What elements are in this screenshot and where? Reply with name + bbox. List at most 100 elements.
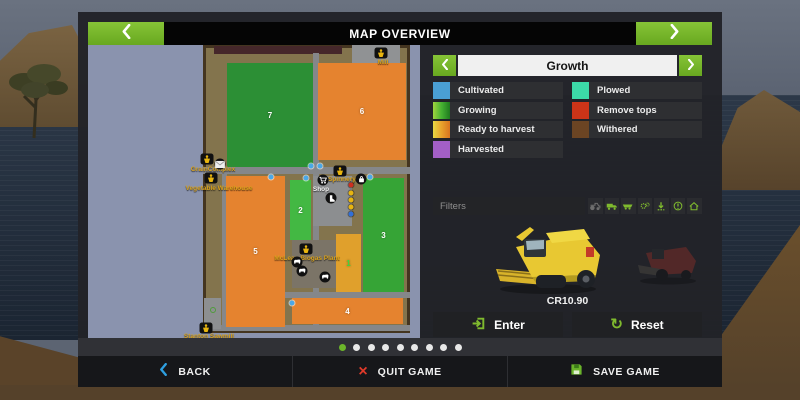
world-map[interactable]: 7652314MillGrainComplexVegetable Warehou… [88, 45, 420, 345]
legend-color-swatch [572, 121, 589, 138]
poi-animal-icon[interactable] [320, 272, 331, 283]
next-vehicle-image[interactable] [634, 235, 704, 292]
map-junction-dot [309, 164, 314, 169]
map-field-3[interactable]: 3 [363, 178, 404, 292]
page-dot-9 [455, 344, 462, 351]
sellpoint-marker-vegetable-warehouse[interactable] [205, 173, 218, 184]
vehicle-status-dot [349, 198, 354, 203]
save-game-button[interactable]: SAVE GAME [507, 356, 722, 387]
page-next-button[interactable] [636, 22, 712, 45]
page-prev-button[interactable] [88, 22, 164, 45]
sellpoint-marker-mclean-biogas-plant[interactable] [300, 244, 313, 255]
legend-color-swatch [572, 82, 589, 99]
field-number: 1 [346, 259, 350, 268]
page-dot-8 [440, 344, 447, 351]
filter-warning-icon[interactable] [671, 198, 686, 214]
quit-x-icon: × [358, 364, 367, 380]
map-field-2[interactable]: 2 [290, 180, 311, 240]
field-number: 5 [253, 247, 257, 256]
filter-tractor-icon[interactable] [588, 198, 603, 214]
enter-button[interactable]: Enter [433, 312, 563, 337]
poi-boot-icon[interactable] [326, 193, 337, 204]
filter-truck-icon[interactable] [605, 198, 620, 214]
legend-item-growing[interactable]: Growing [433, 102, 563, 119]
growth-prev-button[interactable] [433, 55, 456, 76]
overlay-mode-title: Growth [547, 59, 589, 73]
back-button[interactable]: BACK [78, 356, 292, 387]
map-field-6[interactable]: 6 [318, 63, 406, 160]
growth-next-button[interactable] [679, 55, 702, 76]
map-junction-dot [269, 175, 274, 180]
sellpoint-marker-graincomplex[interactable] [201, 154, 214, 165]
legend-item-cultivated[interactable]: Cultivated [433, 82, 563, 99]
poi-bag-icon[interactable] [356, 174, 367, 185]
map-junction-dot [368, 175, 373, 180]
field-number: 3 [381, 231, 385, 240]
enter-icon [471, 316, 486, 334]
legend-label: Ready to harvest [450, 121, 563, 138]
filter-download-icon[interactable] [654, 198, 669, 214]
filter-gears-icon[interactable] [638, 198, 653, 214]
legend-item-harvested[interactable]: Harvested [433, 141, 563, 158]
map-field-5[interactable]: 5 [226, 176, 285, 327]
reset-button-label: Reset [631, 318, 664, 332]
page-dot-6 [411, 344, 418, 351]
legend-item-withered[interactable]: Withered [572, 121, 702, 138]
page-dot-2 [353, 344, 360, 351]
sellpoint-label: Mill [378, 59, 389, 66]
selected-vehicle-image[interactable] [486, 217, 618, 302]
reset-button[interactable]: ↻ Reset [572, 312, 702, 337]
map-ring-marker [210, 307, 216, 313]
vehicle-status-dot [349, 191, 354, 196]
sellpoint-label: McLean Biogas Plant [274, 255, 339, 262]
legend-color-swatch [433, 102, 450, 119]
legend-label: Remove tops [589, 102, 702, 119]
growth-legend-left: Cultivated Growing Ready to harvest Harvest… [433, 82, 563, 158]
page-indicator [78, 338, 722, 356]
filters-label: Filters [433, 197, 585, 215]
vehicle-status-dot [349, 183, 354, 188]
foreground-dirt [0, 385, 800, 400]
map-field-1[interactable]: 1 [336, 234, 361, 292]
filter-icon-row [588, 198, 702, 214]
quit-game-button[interactable]: × QUIT GAME [292, 356, 507, 387]
legend-label: Plowed [589, 82, 702, 99]
sellpoint-marker-spinnery[interactable] [334, 166, 347, 177]
map-field-4[interactable]: 4 [292, 298, 403, 324]
legend-item-ready-to-harvest[interactable]: Ready to harvest [433, 121, 563, 138]
header-bar: MAP OVERVIEW [164, 22, 636, 45]
legend-item-remove-tops[interactable]: Remove tops [572, 102, 702, 119]
bottom-action-bar: BACK × QUIT GAME SAVE GAME [78, 356, 722, 387]
legend-item-plowed[interactable]: Plowed [572, 82, 702, 99]
field-number: 4 [345, 307, 349, 316]
poi-cart-icon[interactable] [318, 175, 329, 186]
chevron-right-icon [669, 24, 680, 44]
page-dot-3 [368, 344, 375, 351]
legend-color-swatch [572, 102, 589, 119]
poi-envelope-icon[interactable] [215, 159, 226, 170]
filter-house-icon[interactable] [687, 198, 702, 214]
page-title: MAP OVERVIEW [349, 27, 450, 41]
back-chevron-icon [159, 363, 168, 381]
quit-button-label: QUIT GAME [378, 366, 442, 378]
overlay-mode-bar: Growth [458, 55, 677, 76]
map-junction-dot [318, 164, 323, 169]
poi-label: Shop [313, 186, 329, 193]
field-number: 2 [298, 206, 302, 215]
sellpoint-marker-mill[interactable] [375, 48, 388, 59]
map-junction-dot [304, 176, 309, 181]
vehicle-name: CR10.90 [433, 295, 702, 307]
filter-trailer-icon[interactable] [621, 198, 636, 214]
sellpoint-marker-stanton-sawmill[interactable] [200, 323, 213, 334]
field-number: 6 [360, 107, 364, 116]
legend-color-swatch [433, 121, 450, 138]
page-dot-4 [382, 344, 389, 351]
enter-button-label: Enter [494, 318, 525, 332]
reset-icon: ↻ [610, 317, 623, 332]
map-field-7[interactable]: 7 [227, 63, 313, 167]
legend-label: Growing [450, 102, 563, 119]
sellpoint-label: Vegetable Warehouse [186, 185, 253, 192]
page-dot-7 [426, 344, 433, 351]
map-junction-dot [290, 301, 295, 306]
poi-animal-icon[interactable] [297, 266, 308, 277]
